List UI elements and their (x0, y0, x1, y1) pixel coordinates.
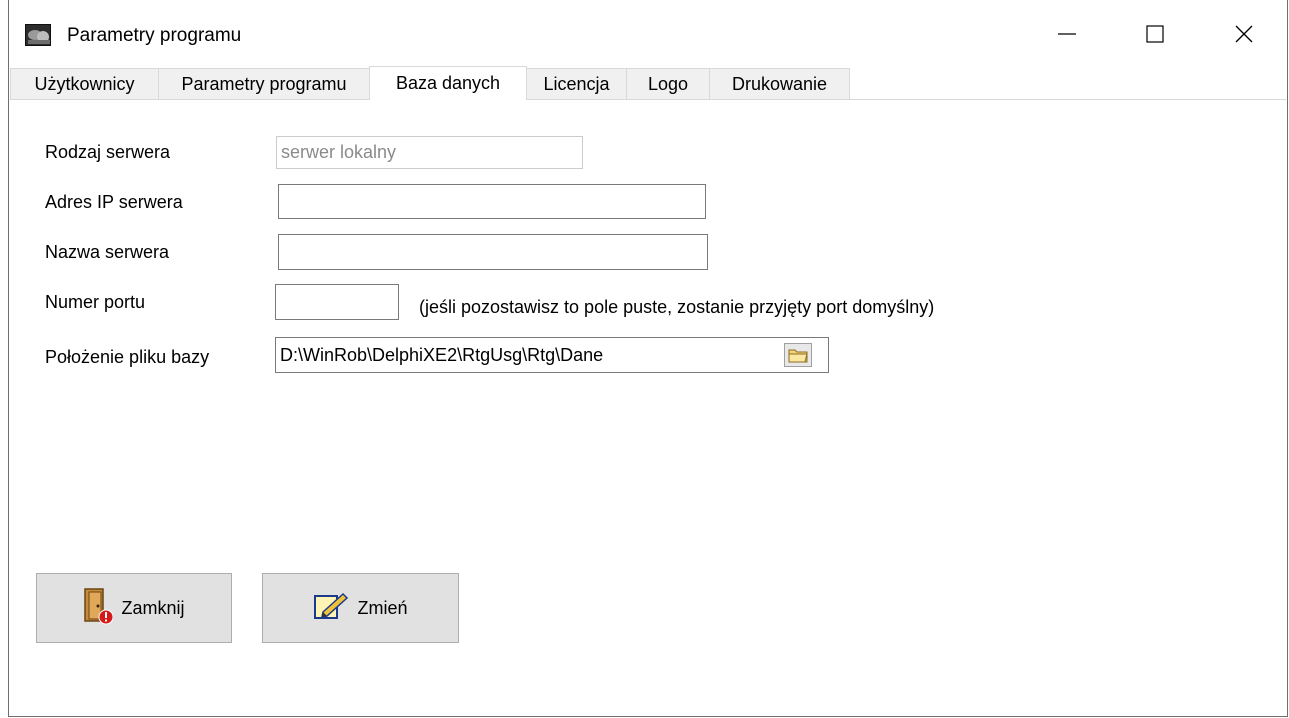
minimize-icon (1058, 33, 1076, 35)
folder-icon (788, 349, 808, 363)
port-input[interactable] (275, 284, 399, 320)
minimize-button[interactable] (1044, 14, 1090, 54)
server-ip-input[interactable] (278, 184, 706, 219)
close-window-button[interactable] (1221, 14, 1267, 54)
db-path-value: D:\WinRob\DelphiXE2\RtgUsg\Rtg\Dane (280, 345, 604, 365)
window-title: Parametry programu (67, 25, 242, 46)
maximize-button[interactable] (1132, 14, 1178, 54)
tab-licencja[interactable]: Licencja (526, 68, 627, 99)
tab-parametry-programu[interactable]: Parametry programu (158, 68, 370, 99)
server-ip-label: Adres IP serwera (45, 192, 183, 212)
server-type-label: Rodzaj serwera (45, 142, 171, 162)
server-name-input[interactable] (278, 234, 708, 270)
change-button-label: Zmień (357, 597, 408, 618)
app-photo-icon (25, 24, 51, 46)
tab-logo[interactable]: Logo (626, 68, 710, 99)
change-button[interactable]: Zmień (262, 573, 459, 643)
browse-folder-button[interactable] (784, 343, 812, 367)
tab-uzytkownicy[interactable]: Użytkownicy (10, 68, 159, 99)
db-path-input[interactable]: D:\WinRob\DelphiXE2\RtgUsg\Rtg\Dane (275, 337, 829, 373)
port-label: Numer portu (45, 292, 146, 312)
door-exit-icon (83, 587, 114, 630)
edit-pencil-icon (313, 592, 349, 625)
tab-strip: Użytkownicy Parametry programu Baza dany… (10, 66, 1288, 100)
server-name-label: Nazwa serwera (45, 242, 170, 262)
database-tab-panel: Rodzaj serwera serwer lokalny Adres IP s… (10, 99, 1286, 716)
close-button-label: Zamknij (121, 597, 185, 618)
tab-baza-danych[interactable]: Baza danych (369, 66, 527, 100)
db-path-label: Położenie pliku bazy (45, 347, 210, 367)
port-hint: (jeśli pozostawisz to pole puste, zostan… (419, 297, 935, 317)
dialog-window: Parametry programu Użytkownicy Parametry… (8, 0, 1288, 717)
close-button[interactable]: Zamknij (36, 573, 232, 643)
tab-drukowanie[interactable]: Drukowanie (709, 68, 850, 99)
maximize-icon (1146, 25, 1164, 43)
close-icon (1235, 25, 1253, 43)
server-type-field: serwer lokalny (276, 136, 583, 169)
title-bar: Parametry programu (9, 0, 1287, 66)
